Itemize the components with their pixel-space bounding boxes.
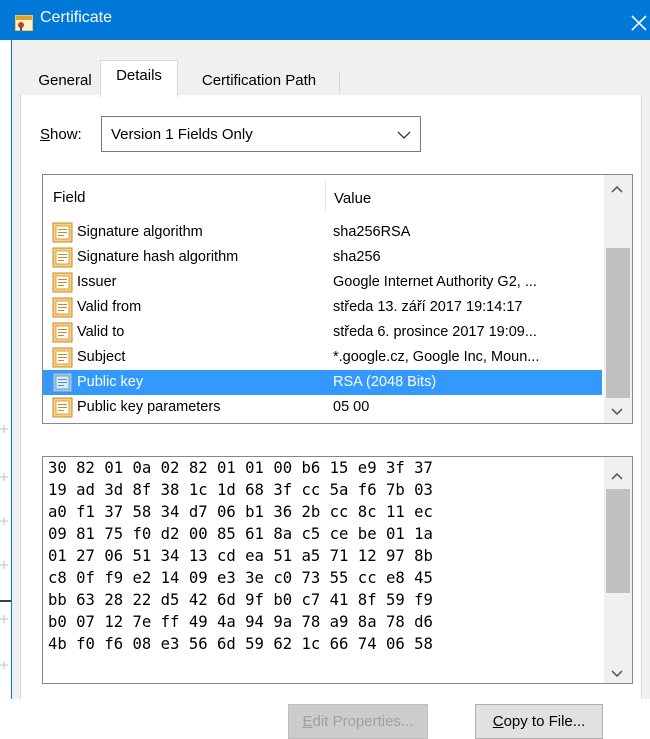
field-row[interactable]: Valid to středa 6. prosince 2017 19:09..… (43, 320, 602, 345)
fields-list[interactable]: Field Value Signature algorithm sha256RS… (42, 174, 633, 424)
scroll-up-icon[interactable] (610, 471, 624, 481)
dialog-client: General Details Certification Path Show:… (12, 40, 650, 739)
column-divider[interactable] (325, 181, 326, 211)
field-name: Signature algorithm (77, 224, 203, 240)
field-document-icon (52, 247, 73, 268)
field-document-icon (52, 372, 73, 393)
field-document-icon (52, 397, 73, 418)
field-name: Public key (77, 374, 144, 390)
field-value: sha256 (333, 249, 381, 265)
field-name: Valid to (77, 324, 125, 340)
field-name: Issuer (77, 274, 117, 290)
hex-line: c8 0f f9 e2 14 09 e3 3e c0 73 55 cc e8 4… (48, 569, 433, 587)
hex-line: 19 ad 3d 8f 38 1c 1d 68 3f cc 5a f6 7b 0… (48, 481, 433, 499)
field-name: Valid from (77, 299, 142, 315)
field-value: sha256RSA (333, 224, 411, 240)
tab-divider (339, 71, 340, 93)
field-row[interactable]: Signature algorithm sha256RSA (43, 220, 602, 245)
scrollbar-thumb[interactable] (606, 489, 630, 593)
show-dropdown[interactable]: Version 1 Fields Only (101, 116, 421, 152)
tab-certification-path[interactable]: Certification Path (179, 68, 339, 94)
field-document-icon (52, 322, 73, 343)
hex-line: a0 f1 37 58 34 d7 06 b1 36 2b cc 8c 11 e… (48, 503, 433, 521)
field-name: Subject (77, 349, 126, 365)
field-document-icon (52, 297, 73, 318)
scrollbar-thumb[interactable] (606, 248, 630, 398)
certificate-icon (15, 15, 33, 31)
field-value: středa 6. prosince 2017 19:09... (333, 324, 537, 340)
field-value: 05 00 (333, 399, 370, 415)
hex-line: 09 81 75 f0 d2 00 85 61 8a c5 ce be 01 1… (48, 525, 433, 543)
copy-to-file-button[interactable]: Copy to File... (475, 704, 603, 739)
field-document-icon (52, 222, 73, 243)
scroll-down-icon[interactable] (610, 669, 624, 679)
tab-details[interactable]: Details (100, 60, 178, 97)
field-row[interactable]: Issuer Google Internet Authority G2, ... (43, 270, 602, 295)
background-window-edge (0, 425, 11, 669)
field-name: Signature hash algorithm (77, 249, 239, 265)
close-icon[interactable] (630, 14, 650, 34)
hex-line: 30 82 01 0a 02 82 01 01 00 b6 15 e9 3f 3… (48, 459, 433, 477)
field-row-selected[interactable]: Public key RSA (2048 Bits) (43, 370, 602, 395)
field-value: Google Internet Authority G2, ... (333, 274, 537, 290)
show-label: Show: (40, 126, 82, 143)
hex-line: 01 27 06 51 34 13 cd ea 51 a5 71 12 97 8… (48, 547, 433, 565)
value-scrollbar[interactable] (604, 457, 632, 683)
chevron-down-icon (397, 131, 411, 139)
scroll-down-icon[interactable] (610, 407, 624, 417)
hex-line: b0 07 12 7e ff 49 4a 94 9a 78 a9 8a 78 d… (48, 613, 433, 631)
hex-line: 4b f0 f6 08 e3 56 6d 59 62 1c 66 74 06 5… (48, 635, 433, 653)
field-value: středa 13. září 2017 19:14:17 (333, 299, 523, 315)
field-name: Public key parameters (77, 399, 221, 415)
field-value: *.google.cz, Google Inc, Moun... (333, 349, 540, 365)
field-row[interactable]: Subject *.google.cz, Google Inc, Moun... (43, 345, 602, 370)
field-row[interactable]: Public key parameters 05 00 (43, 395, 602, 420)
title-bar: Certificate (0, 0, 650, 40)
show-dropdown-value: Version 1 Fields Only (111, 126, 253, 143)
fields-scrollbar[interactable] (604, 175, 632, 423)
tab-general[interactable]: General (21, 68, 109, 94)
scroll-up-icon[interactable] (610, 184, 624, 194)
column-header-value[interactable]: Value (334, 190, 371, 207)
hex-line: bb 63 28 22 d5 42 6d 9f b0 c7 41 8f 59 f… (48, 591, 433, 609)
field-document-icon (52, 272, 73, 293)
field-document-icon (52, 347, 73, 368)
edit-properties-button[interactable]: Edit Properties... (288, 704, 428, 739)
column-header-field[interactable]: Field (53, 189, 86, 206)
field-value: RSA (2048 Bits) (333, 374, 437, 390)
field-row[interactable]: Valid from středa 13. září 2017 19:14:17 (43, 295, 602, 320)
fields-list-header: Field Value (43, 175, 602, 213)
window-title: Certificate (40, 9, 113, 26)
value-textbox[interactable]: 30 82 01 0a 02 82 01 01 00 b6 15 e9 3f 3… (42, 456, 633, 684)
field-row[interactable]: Signature hash algorithm sha256 (43, 245, 602, 270)
